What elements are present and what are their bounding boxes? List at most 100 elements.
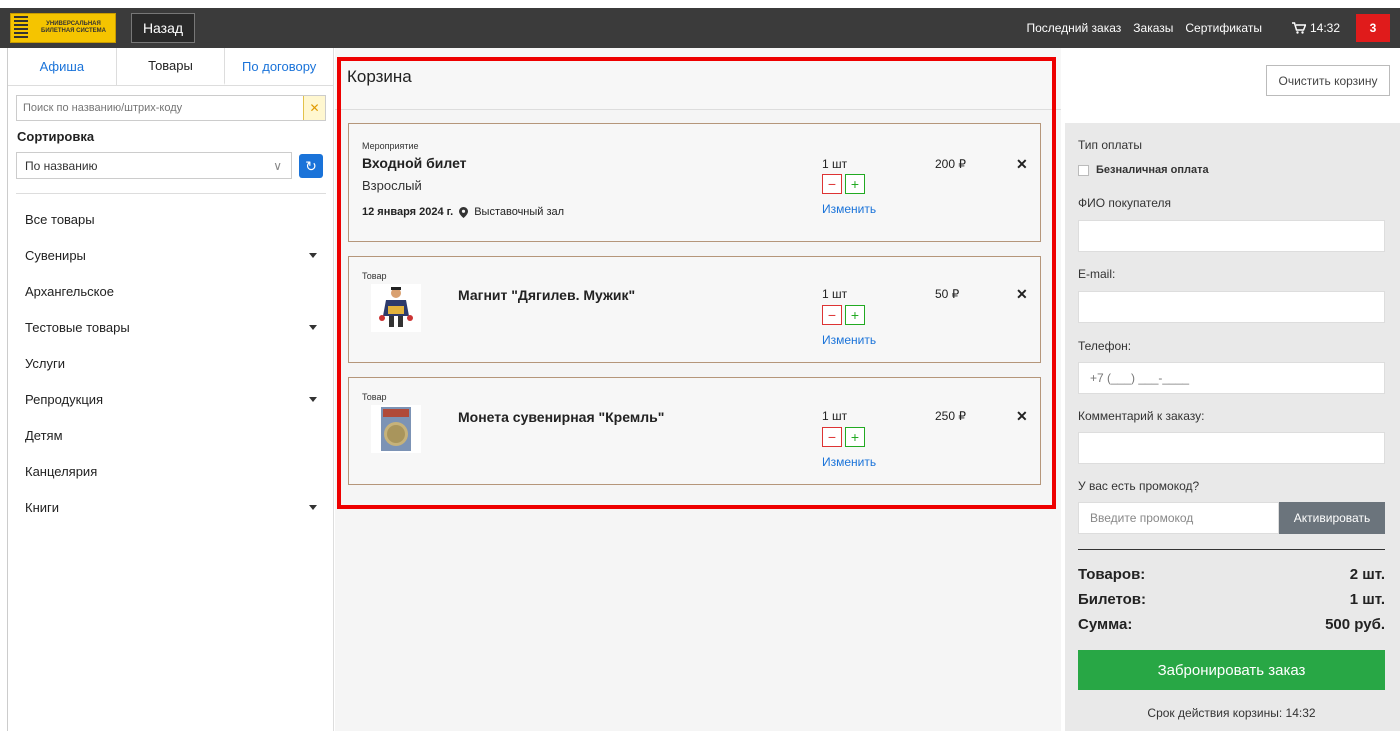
category-item[interactable]: Детям [8,417,333,453]
increase-button[interactable]: + [845,305,865,325]
cart-header: Корзина [335,48,1061,110]
decrease-button[interactable]: − [822,305,842,325]
total-label: Билетов: [1078,591,1147,608]
clear-cart-button[interactable]: Очистить корзину [1266,65,1390,96]
caret-down-icon [309,396,317,402]
item-qty: 1 шт [822,157,848,171]
search-input[interactable] [17,96,303,120]
item-price: 250 ₽ [935,409,966,423]
item-qty: 1 шт [822,409,848,423]
tab-afisha[interactable]: Афиша [8,48,117,85]
increase-button[interactable]: + [845,174,865,194]
refresh-icon[interactable]: ↻ [299,154,323,178]
phone-label: Телефон: [1078,339,1132,353]
category-item[interactable]: Репродукция [8,381,333,417]
fio-field[interactable] [1078,220,1385,252]
cashless-checkbox[interactable]: Безналичная оплата [1078,164,1209,176]
logo-barcode-icon [14,16,28,40]
clear-search-icon[interactable]: ✕ [303,96,325,120]
fio-label: ФИО покупателя [1078,196,1172,210]
cashless-label: Безналичная оплата [1096,164,1209,176]
category-item[interactable]: Канцелярия [8,453,333,489]
item-type: Товар [362,392,387,402]
total-value: 2 шт. [1349,566,1385,583]
category-label: Репродукция [25,391,104,407]
caret-down-icon [309,324,317,330]
category-label: Книги [25,499,60,515]
item-price: 50 ₽ [935,287,960,301]
remove-item-icon[interactable]: ✕ [1016,286,1028,303]
item-date-row: 12 января 2024 г. Выставочный зал [362,206,564,218]
back-button[interactable]: Назад [131,13,195,43]
sort-select[interactable]: По названию ∨ [16,152,292,179]
cart-icon [1291,22,1306,34]
product-image [371,405,421,453]
promo-input[interactable]: Введите промокод [1078,502,1279,534]
item-type: Мероприятие [362,141,419,151]
cart-count-badge[interactable]: 3 [1356,14,1390,42]
change-link[interactable]: Изменить [822,202,876,216]
decrease-button[interactable]: − [822,427,842,447]
item-type: Товар [362,271,387,281]
category-list: Все товары Сувениры Архангельское Тестов… [8,201,333,525]
logo-text: УНИВЕРСАЛЬНАЯ БИЛЕТНАЯ СИСТЕМА [41,21,106,34]
total-sum-row: Сумма: 500 руб. [1078,616,1385,633]
sidebar-tabs: Афиша Товары По договору [8,48,333,86]
comment-field[interactable] [1078,432,1385,464]
category-item[interactable]: Все товары [8,201,333,237]
payment-type-label: Тип оплаты [1078,138,1143,152]
chevron-down-icon: ∨ [273,159,282,173]
category-label: Детям [25,427,63,443]
total-label: Товаров: [1078,566,1146,583]
remove-item-icon[interactable]: ✕ [1016,156,1028,173]
book-order-button[interactable]: Забронировать заказ [1078,650,1385,690]
decrease-button[interactable]: − [822,174,842,194]
comment-label: Комментарий к заказу: [1078,409,1205,423]
cart-item: Товар Монета сувенирная "Кремль" 1 шт − … [348,377,1041,485]
qty-controls: − + [822,427,865,447]
sidebar: Афиша Товары По договору ✕ Сортировка По… [7,48,334,731]
cart-time-text: 14:32 [1309,21,1340,35]
item-subtitle: Взрослый [362,178,422,193]
checkout-form: Тип оплаты Безналичная оплата ФИО покупа… [1065,123,1400,731]
top-navbar: УНИВЕРСАЛЬНАЯ БИЛЕТНАЯ СИСТЕМА Назад Пос… [0,8,1400,48]
qty-controls: − + [822,174,865,194]
total-goods-row: Товаров: 2 шт. [1078,566,1385,583]
search-box: ✕ [16,95,326,121]
category-item[interactable]: Сувениры [8,237,333,273]
logo[interactable]: УНИВЕРСАЛЬНАЯ БИЛЕТНАЯ СИСТЕМА [10,13,116,43]
checkbox-box [1078,164,1089,176]
change-link[interactable]: Изменить [822,333,876,347]
caret-down-icon [309,252,317,258]
nav-certificates[interactable]: Сертификаты [1185,21,1262,35]
cart-item: Мероприятие Входной билет Взрослый 12 ян… [348,123,1041,242]
category-item[interactable]: Книги [8,489,333,525]
category-label: Сувениры [25,247,86,263]
item-qty: 1 шт [822,287,848,301]
nav-orders[interactable]: Заказы [1133,21,1173,35]
email-field[interactable] [1078,291,1385,323]
activate-promo-button[interactable]: Активировать [1279,502,1385,534]
tab-by-contract[interactable]: По договору [225,48,333,85]
category-item[interactable]: Тестовые товары [8,309,333,345]
item-name: Магнит "Дягилев. Мужик" [458,287,636,303]
checkout-panel: Очистить корзину Тип оплаты Безналичная … [1063,48,1400,731]
category-item[interactable]: Архангельское [8,273,333,309]
top-strip [0,0,1400,8]
category-item[interactable]: Услуги [8,345,333,381]
divider [16,193,326,194]
change-link[interactable]: Изменить [822,455,876,469]
nav-last-order[interactable]: Последний заказ [1026,21,1121,35]
category-label: Услуги [25,355,65,371]
tab-goods[interactable]: Товары [116,48,226,85]
remove-item-icon[interactable]: ✕ [1016,408,1028,425]
cart-item: Товар Магнит "Дягилев. Мужик" 1 шт − + И… [348,256,1041,363]
category-label: Архангельское [25,283,114,299]
increase-button[interactable]: + [845,427,865,447]
sort-label: Сортировка [17,129,95,144]
product-image [371,284,421,332]
cart-timer[interactable]: 14:32 [1291,21,1340,35]
email-label: E-mail: [1078,267,1116,281]
caret-down-icon [309,504,317,510]
phone-field[interactable]: +7 (___) ___-____ [1078,362,1385,394]
